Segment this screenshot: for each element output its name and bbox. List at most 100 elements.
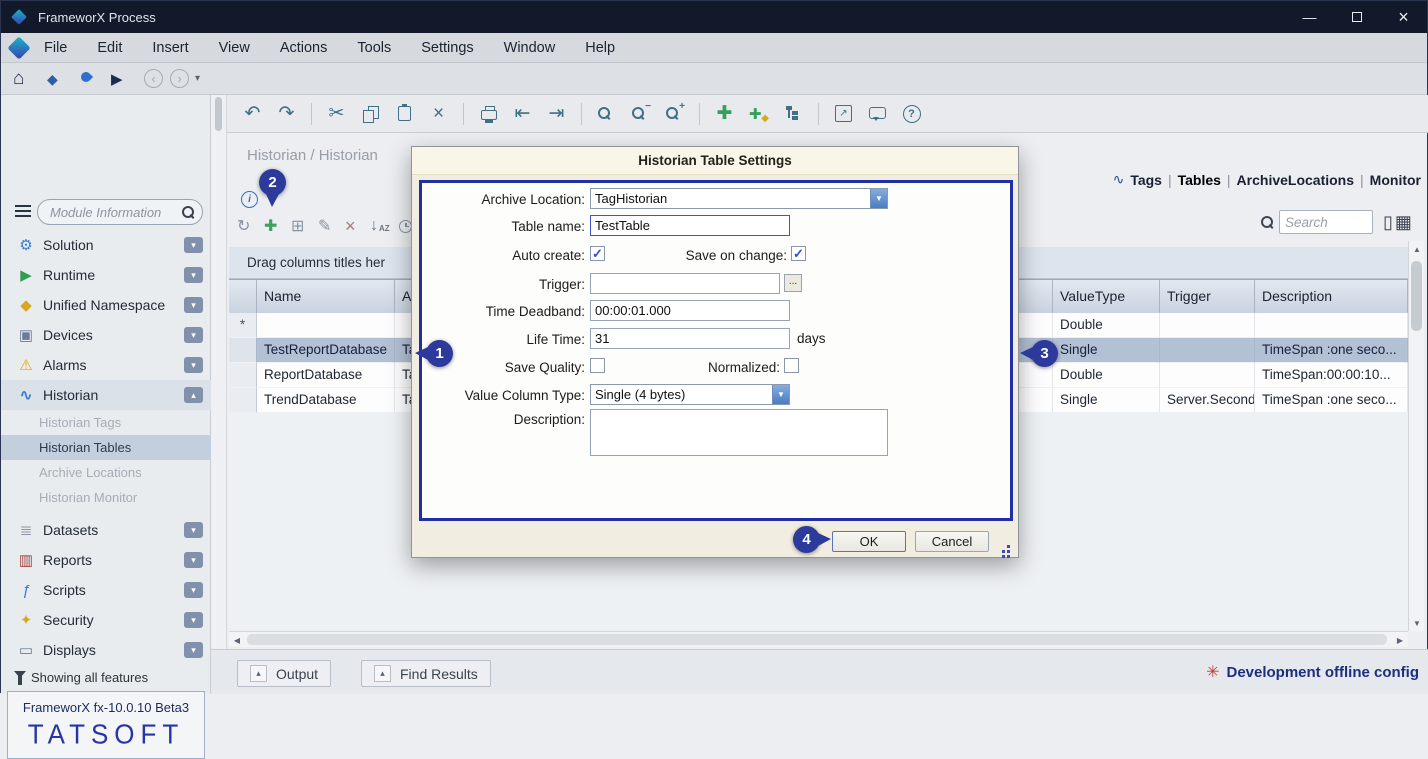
navigate-forward-icon[interactable]: › xyxy=(170,69,189,88)
tags-icon[interactable]: ◆ xyxy=(47,71,58,88)
sidebar-item-archive-locations[interactable]: Archive Locations xyxy=(1,460,211,485)
value-column-type-select[interactable]: Single (4 bytes) ▼ xyxy=(590,384,790,405)
table-name-input[interactable] xyxy=(590,215,790,236)
sidebar-item-historian-tags[interactable]: Historian Tags xyxy=(1,410,211,435)
sidebar-item-historian[interactable]: ∿ Historian ▴ xyxy=(1,380,211,410)
sidebar-scrollbar-thumb[interactable] xyxy=(215,97,222,131)
cancel-button[interactable]: Cancel xyxy=(915,531,989,552)
paste-icon[interactable] xyxy=(395,106,414,121)
save-on-change-checkbox[interactable]: ✓ xyxy=(791,246,806,261)
dock-right-icon[interactable]: ⇥ xyxy=(547,102,566,125)
menu-insert[interactable]: Insert xyxy=(137,33,203,63)
run-icon[interactable]: ▶ xyxy=(111,70,123,88)
archive-location-select[interactable]: TagHistorian ▼ xyxy=(590,188,888,209)
table-search[interactable] xyxy=(1279,210,1373,234)
sidebar-item-scripts[interactable]: ƒ Scripts ▾ xyxy=(1,575,211,605)
sidebar-item-alarms[interactable]: ⚠ Alarms ▾ xyxy=(1,350,211,380)
column-valuetype[interactable]: ValueType xyxy=(1053,280,1160,313)
chevron-down-icon[interactable]: ▾ xyxy=(184,297,203,313)
vertical-scrollbar-thumb[interactable] xyxy=(1411,261,1422,331)
chevron-down-icon[interactable]: ▾ xyxy=(184,237,203,253)
add-tag-icon[interactable]: ✚◆ xyxy=(749,105,769,123)
copy-icon[interactable] xyxy=(361,106,380,121)
normalized-checkbox[interactable] xyxy=(784,358,799,373)
tree-view-icon[interactable] xyxy=(784,106,803,121)
menu-edit[interactable]: Edit xyxy=(82,33,137,63)
life-time-input[interactable] xyxy=(590,328,790,349)
sidebar-item-datasets[interactable]: ≣ Datasets ▾ xyxy=(1,515,211,545)
navigate-back-icon[interactable]: ‹ xyxy=(144,69,163,88)
scroll-up-icon[interactable]: ▲ xyxy=(1409,241,1425,257)
info-icon[interactable]: i xyxy=(241,191,258,208)
zoom-icon[interactable] xyxy=(597,105,616,122)
minimize-button[interactable]: — xyxy=(1286,1,1333,33)
add-row-icon[interactable]: ✚ xyxy=(264,215,277,237)
scroll-down-icon[interactable]: ▼ xyxy=(1409,615,1425,631)
chevron-down-icon[interactable]: ▾ xyxy=(184,327,203,343)
help-icon[interactable]: ? xyxy=(902,105,921,123)
menu-settings[interactable]: Settings xyxy=(406,33,488,63)
tab-archivelocations[interactable]: ArchiveLocations xyxy=(1237,172,1354,188)
scroll-right-icon[interactable]: ▶ xyxy=(1392,632,1408,648)
column-name[interactable]: Name xyxy=(257,280,395,313)
duplicate-icon[interactable]: ⊞ xyxy=(291,215,304,237)
zoom-out-icon[interactable]: − xyxy=(631,105,650,122)
history-dropdown-icon[interactable]: ▾ xyxy=(195,73,200,84)
panel-expand-icon[interactable]: ▴ xyxy=(250,665,267,682)
tab-tables[interactable]: Tables xyxy=(1178,172,1221,188)
column-description[interactable]: Description xyxy=(1255,280,1408,313)
combo-arrow-icon[interactable]: ▼ xyxy=(772,385,789,404)
edit-icon[interactable]: ✎ xyxy=(318,215,331,237)
save-quality-checkbox[interactable] xyxy=(590,358,605,373)
maximize-button[interactable] xyxy=(1333,1,1380,33)
menu-view[interactable]: View xyxy=(204,33,265,63)
chevron-down-icon[interactable]: ▾ xyxy=(184,267,203,283)
menu-window[interactable]: Window xyxy=(489,33,571,63)
remove-row-icon[interactable]: × xyxy=(345,215,356,237)
dock-left-icon[interactable]: ⇤ xyxy=(513,102,532,125)
sidebar-item-devices[interactable]: ▣ Devices ▾ xyxy=(1,320,211,350)
hamburger-icon[interactable] xyxy=(15,205,31,217)
auto-create-checkbox[interactable]: ✓ xyxy=(590,246,605,261)
open-external-icon[interactable]: ↗ xyxy=(834,105,853,122)
column-trigger[interactable]: Trigger xyxy=(1160,280,1255,313)
output-panel-tab[interactable]: ▴ Output xyxy=(237,660,331,687)
delete-icon[interactable]: × xyxy=(429,103,448,125)
sidebar-item-runtime[interactable]: ▶ Runtime ▾ xyxy=(1,260,211,290)
tab-tags[interactable]: Tags xyxy=(1130,172,1162,188)
trigger-input[interactable] xyxy=(590,273,780,294)
horizontal-scrollbar[interactable]: ◀ ▶ xyxy=(229,631,1408,647)
home-icon[interactable]: ⌂ xyxy=(13,68,24,90)
time-deadband-input[interactable] xyxy=(590,300,790,321)
chevron-down-icon[interactable]: ▾ xyxy=(184,522,203,538)
comment-icon[interactable] xyxy=(868,109,887,119)
sidebar-item-displays[interactable]: ▭ Displays ▾ xyxy=(1,635,211,665)
sidebar-item-security[interactable]: ✦ Security ▾ xyxy=(1,605,211,635)
feature-filter[interactable]: Showing all features xyxy=(1,667,211,689)
menu-help[interactable]: Help xyxy=(570,33,630,63)
menu-file[interactable]: File xyxy=(29,33,82,63)
print-icon[interactable] xyxy=(479,107,498,120)
sidebar-item-historian-monitor[interactable]: Historian Monitor xyxy=(1,485,211,510)
chevron-down-icon[interactable]: ▾ xyxy=(184,612,203,628)
sidebar-item-reports[interactable]: ▥ Reports ▾ xyxy=(1,545,211,575)
column-chooser-icon[interactable]: ▯▦ xyxy=(1383,212,1412,233)
zoom-in-icon[interactable]: + xyxy=(665,105,684,122)
add-icon[interactable]: ✚ xyxy=(715,102,734,125)
resize-grip[interactable] xyxy=(1000,543,1010,553)
ok-button[interactable]: OK xyxy=(832,531,906,552)
vertical-scrollbar[interactable]: ▲ ▼ xyxy=(1408,241,1424,631)
module-search-input[interactable] xyxy=(50,201,180,223)
sidebar-item-historian-tables[interactable]: Historian Tables xyxy=(1,435,211,460)
refresh-icon[interactable]: ↻ xyxy=(237,215,250,237)
menu-actions[interactable]: Actions xyxy=(265,33,343,63)
cut-icon[interactable]: ✂ xyxy=(327,102,346,125)
menu-tools[interactable]: Tools xyxy=(342,33,406,63)
scroll-left-icon[interactable]: ◀ xyxy=(229,632,245,648)
chevron-down-icon[interactable]: ▾ xyxy=(184,552,203,568)
chevron-down-icon[interactable]: ▾ xyxy=(184,582,203,598)
table-search-input[interactable] xyxy=(1285,212,1369,232)
description-textarea[interactable] xyxy=(590,409,888,456)
tab-monitor[interactable]: Monitor xyxy=(1370,172,1421,188)
chevron-up-icon[interactable]: ▴ xyxy=(184,387,203,403)
